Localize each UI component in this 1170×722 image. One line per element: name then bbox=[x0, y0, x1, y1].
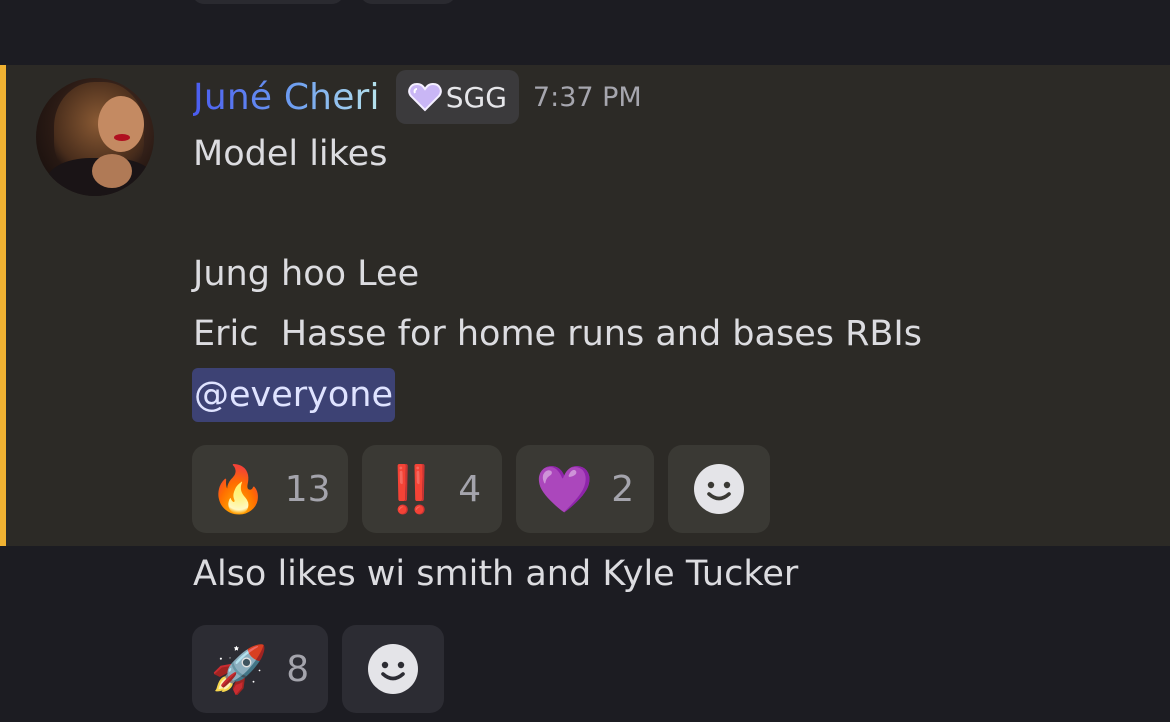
previous-message-area bbox=[0, 0, 1170, 65]
message-line: Model likes bbox=[193, 134, 388, 174]
message-timestamp: 7:37 PM bbox=[532, 81, 642, 113]
message-line: Jung hoo Lee bbox=[193, 254, 420, 294]
avatar[interactable] bbox=[36, 78, 154, 196]
followup-reaction-bar: 🚀 8 bbox=[192, 625, 444, 713]
message-line: Eric Hasse for home runs and bases RBIs bbox=[193, 314, 922, 354]
rocket-icon: 🚀 bbox=[210, 642, 269, 696]
smile-icon bbox=[368, 644, 418, 694]
fire-icon: 🔥 bbox=[209, 462, 267, 516]
reaction-double-exclamation[interactable]: ‼️ 4 bbox=[362, 445, 502, 533]
previous-reaction-chip[interactable] bbox=[192, 0, 344, 4]
reaction-count: 2 bbox=[611, 468, 635, 510]
reaction-count: 4 bbox=[458, 468, 482, 510]
guild-tag-label: SGG bbox=[445, 80, 507, 114]
add-reaction-button[interactable] bbox=[668, 445, 770, 533]
reaction-rocket[interactable]: 🚀 8 bbox=[192, 625, 328, 713]
double-exclamation-icon: ‼️ bbox=[382, 462, 441, 516]
mention-highlight-bar bbox=[0, 65, 6, 546]
reaction-fire[interactable]: 🔥 13 bbox=[192, 445, 348, 533]
followup-message: Also likes wi smith and Kyle Tucker bbox=[193, 554, 799, 594]
reaction-purple-heart[interactable]: 💜 2 bbox=[516, 445, 654, 533]
smile-icon bbox=[694, 464, 744, 514]
author-name[interactable]: Juné Cheri bbox=[193, 77, 380, 118]
previous-reaction-chip[interactable] bbox=[360, 0, 456, 4]
message-header: Juné Cheri SGG 7:37 PM bbox=[193, 70, 642, 124]
heart-badge-icon bbox=[408, 82, 442, 112]
guild-tag[interactable]: SGG bbox=[395, 70, 519, 124]
add-reaction-button[interactable] bbox=[342, 625, 444, 713]
reaction-count: 8 bbox=[286, 648, 310, 690]
reaction-bar: 🔥 13 ‼️ 4 💜 2 bbox=[192, 445, 770, 533]
everyone-mention[interactable]: @everyone bbox=[192, 368, 396, 422]
reaction-count: 13 bbox=[284, 468, 331, 510]
purple-heart-icon: 💜 bbox=[535, 462, 594, 516]
